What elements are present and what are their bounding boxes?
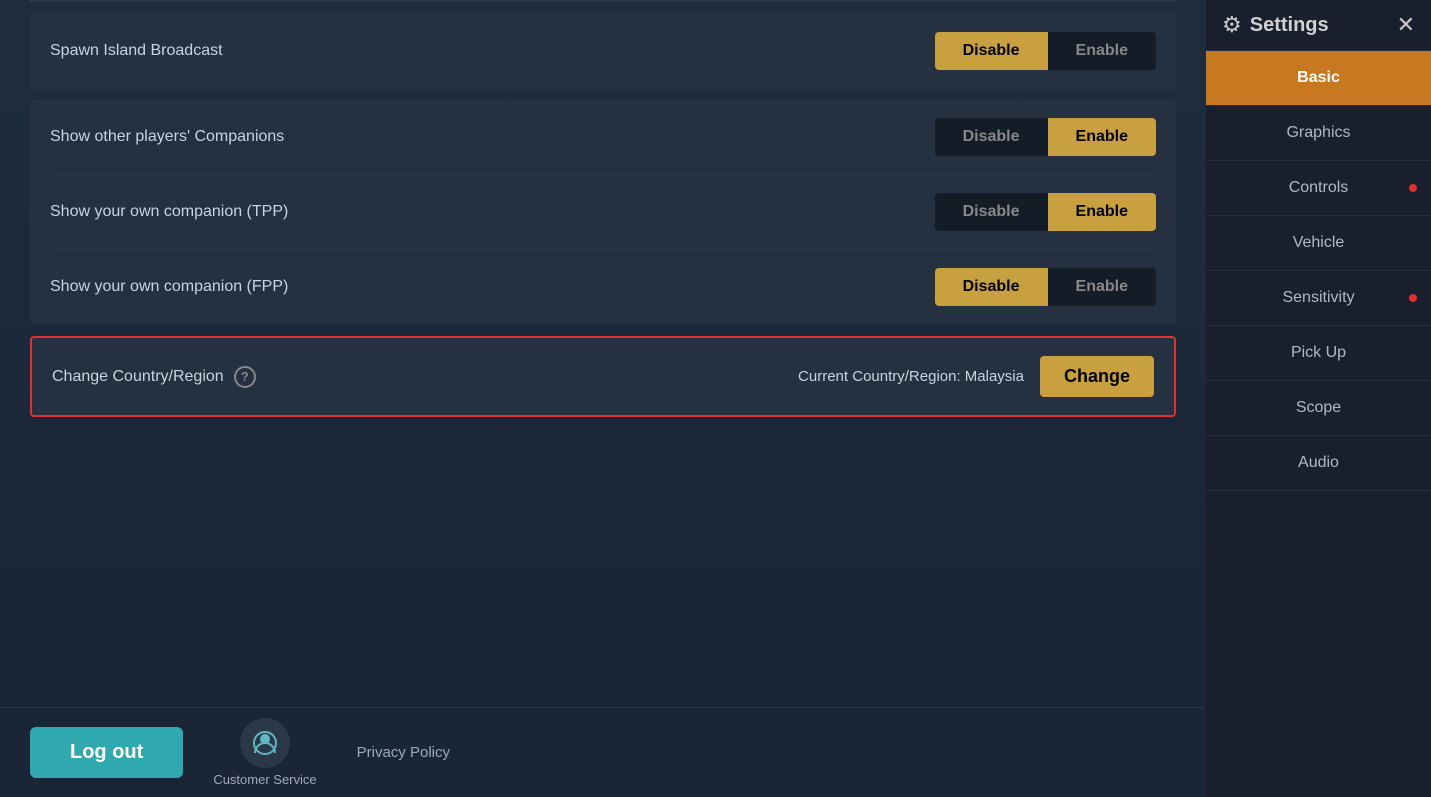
settings-title: Settings xyxy=(1250,14,1329,37)
country-region-section: Change Country/Region ? Current Country/… xyxy=(30,336,1176,417)
bottom-bar: Log out Customer Service Privacy Policy xyxy=(0,707,1206,797)
own-companion-fpp-row: Show your own companion (FPP) Disable En… xyxy=(50,250,1156,324)
country-current-value: Current Country/Region: Malaysia xyxy=(798,368,1024,385)
close-icon[interactable]: ✕ xyxy=(1397,12,1415,38)
sensitivity-notification-dot xyxy=(1409,294,1417,302)
settings-header: ⚙ Settings ✕ xyxy=(1206,0,1431,51)
own-companion-tpp-row: Show your own companion (TPP) Disable En… xyxy=(50,175,1156,250)
gear-icon: ⚙ xyxy=(1222,12,1242,38)
spawn-island-row: Spawn Island Broadcast Disable Enable xyxy=(30,12,1176,90)
other-companions-toggle: Disable Enable xyxy=(935,118,1156,156)
nav-controls[interactable]: Controls xyxy=(1206,161,1431,216)
own-companion-fpp-label: Show your own companion (FPP) xyxy=(50,278,288,296)
own-companion-tpp-label: Show your own companion (TPP) xyxy=(50,203,288,221)
own-companion-tpp-toggle: Disable Enable xyxy=(935,193,1156,231)
own-companion-fpp-enable-btn[interactable]: Enable xyxy=(1048,268,1156,306)
top-divider xyxy=(30,0,1176,2)
spawn-island-enable-btn[interactable]: Enable xyxy=(1048,32,1156,70)
settings-header-left: ⚙ Settings xyxy=(1222,12,1329,38)
nav-audio[interactable]: Audio xyxy=(1206,436,1431,491)
nav-basic[interactable]: Basic xyxy=(1206,51,1431,106)
customer-service-label: Customer Service xyxy=(213,772,316,787)
nav-scope[interactable]: Scope xyxy=(1206,381,1431,436)
nav-sensitivity[interactable]: Sensitivity xyxy=(1206,271,1431,326)
other-companions-enable-btn[interactable]: Enable xyxy=(1048,118,1156,156)
nav-pickup[interactable]: Pick Up xyxy=(1206,326,1431,381)
customer-service-icon xyxy=(240,718,290,768)
other-companions-label: Show other players' Companions xyxy=(50,128,284,146)
own-companion-fpp-disable-btn[interactable]: Disable xyxy=(935,268,1048,306)
country-right: Current Country/Region: Malaysia Change xyxy=(798,356,1154,397)
other-companions-row: Show other players' Companions Disable E… xyxy=(50,100,1156,175)
companions-section: Show other players' Companions Disable E… xyxy=(30,100,1176,324)
spawn-island-disable-btn[interactable]: Disable xyxy=(935,32,1048,70)
controls-notification-dot xyxy=(1409,184,1417,192)
spawn-island-label: Spawn Island Broadcast xyxy=(50,42,223,60)
own-companion-tpp-disable-btn[interactable]: Disable xyxy=(935,193,1048,231)
privacy-policy-link[interactable]: Privacy Policy xyxy=(357,744,450,761)
nav-graphics[interactable]: Graphics xyxy=(1206,106,1431,161)
nav-vehicle[interactable]: Vehicle xyxy=(1206,216,1431,271)
other-companions-disable-btn[interactable]: Disable xyxy=(935,118,1048,156)
main-content: Spawn Island Broadcast Disable Enable Sh… xyxy=(0,0,1206,797)
change-country-button[interactable]: Change xyxy=(1040,356,1154,397)
country-left: Change Country/Region ? xyxy=(52,366,256,388)
country-label: Change Country/Region xyxy=(52,368,224,386)
logout-button[interactable]: Log out xyxy=(30,727,183,778)
spawn-island-toggle: Disable Enable xyxy=(935,32,1156,70)
own-companion-tpp-enable-btn[interactable]: Enable xyxy=(1048,193,1156,231)
help-icon[interactable]: ? xyxy=(234,366,256,388)
settings-panel: ⚙ Settings ✕ Basic Graphics Controls Veh… xyxy=(1206,0,1431,797)
own-companion-fpp-toggle: Disable Enable xyxy=(935,268,1156,306)
customer-service-button[interactable]: Customer Service xyxy=(213,718,316,787)
